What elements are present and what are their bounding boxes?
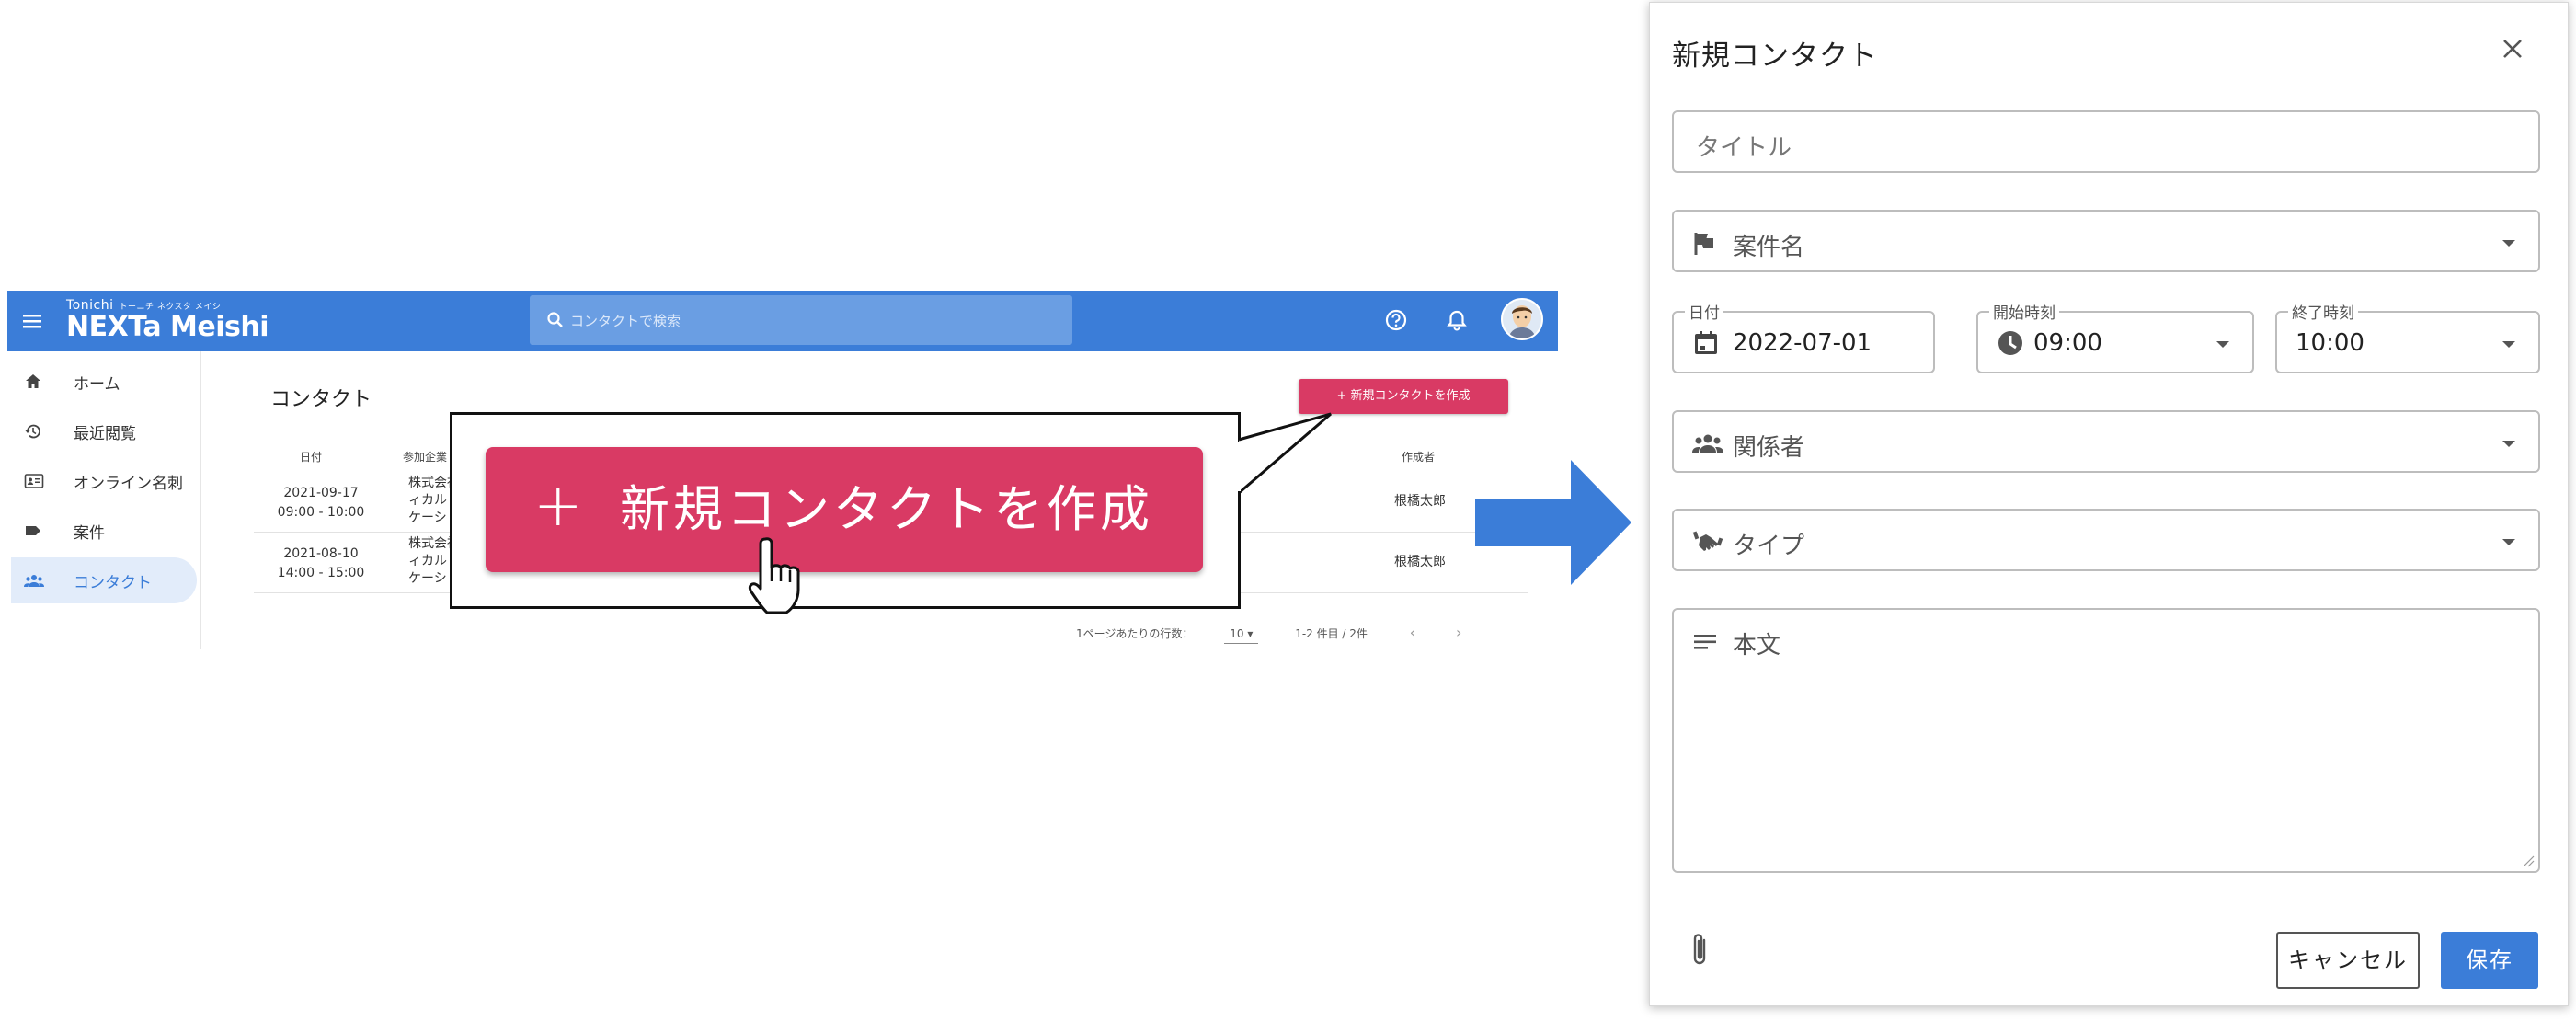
sidebar-item-label: ホーム <box>74 375 120 394</box>
next-page-icon[interactable]: › <box>1456 624 1461 641</box>
pagination: 1ページあたりの行数： 10 ▾ 1-2 件目 / 2件 ‹ › <box>1076 624 1461 644</box>
brand-logo[interactable]: Tonichi トーニチ ネクスタ メイシ NEXTa Meishi <box>66 298 269 342</box>
search-bar[interactable]: コンタクトで検索 <box>530 295 1072 345</box>
column-header-company[interactable]: 参加企業 <box>403 449 447 465</box>
start-time-value: 09:00 <box>2033 329 2102 357</box>
body-textarea[interactable]: 本文 <box>1672 608 2540 873</box>
arrow-right-icon <box>1475 460 1631 585</box>
rows-per-page-select[interactable]: 10 ▾ <box>1224 627 1259 644</box>
menu-icon[interactable] <box>20 309 44 333</box>
search-icon <box>547 312 563 327</box>
sidebar-item-home[interactable]: ホーム <box>11 359 197 405</box>
start-time-label: 開始時刻 <box>1989 300 2059 323</box>
help-icon[interactable] <box>1383 307 1409 333</box>
project-select[interactable]: 案件名 <box>1672 210 2540 272</box>
sidebar-item-contacts[interactable]: コンタクト <box>11 557 197 603</box>
cancel-button[interactable]: キャンセル <box>2276 932 2420 989</box>
chevron-down-icon <box>2502 539 2515 545</box>
rows-per-page-value: 10 <box>1230 627 1244 640</box>
sidebar-item-label: 最近閲覧 <box>74 425 136 443</box>
caret-down-icon: ▾ <box>1247 627 1254 640</box>
participants-label: 関係者 <box>1733 434 1805 462</box>
close-icon[interactable] <box>2500 36 2525 62</box>
prev-page-icon[interactable]: ‹ <box>1410 624 1415 641</box>
sidebar-item-label: オンライン名刺 <box>74 475 183 493</box>
dialog-title: 新規コンタクト <box>1672 40 1878 73</box>
attach-icon[interactable] <box>1690 932 1711 969</box>
search-placeholder: コンタクトで検索 <box>570 313 681 329</box>
sidebar-item-label: コンタクト <box>74 574 152 592</box>
column-header-date[interactable]: 日付 <box>300 449 322 465</box>
people-icon <box>1692 434 1723 453</box>
chevron-down-icon <box>2502 441 2515 447</box>
end-time-label: 終了時刻 <box>2288 300 2358 323</box>
plus-icon: + <box>533 472 583 540</box>
title-input[interactable]: タイトル <box>1672 110 2540 173</box>
chevron-down-icon <box>2502 341 2515 348</box>
end-time-value: 10:00 <box>2296 329 2364 357</box>
row-author: 根橋太郎 <box>1394 555 1446 569</box>
handshake-icon <box>1692 531 1723 551</box>
page-title: コンタクト <box>270 388 372 411</box>
new-contact-label: 新規コンタクトを作成 <box>620 480 1153 538</box>
history-icon <box>25 424 40 439</box>
people-icon <box>24 575 44 587</box>
sidebar-item-projects[interactable]: 案件 <box>11 508 197 554</box>
start-time-field[interactable]: 開始時刻 09:00 <box>1976 300 2254 373</box>
save-button[interactable]: 保存 <box>2441 932 2538 989</box>
callout-pointer <box>1237 412 1332 495</box>
rows-per-page-label: 1ページあたりの行数： <box>1076 627 1194 640</box>
pointer-hand-icon <box>748 537 800 614</box>
top-app-bar: Tonichi トーニチ ネクスタ メイシ NEXTa Meishi コンタクトで… <box>7 291 1558 351</box>
end-time-field[interactable]: 終了時刻 10:00 <box>2275 300 2540 373</box>
new-contact-button[interactable]: + 新規コンタクトを作成 <box>1299 379 1508 414</box>
participants-select[interactable]: 関係者 <box>1672 410 2540 473</box>
date-field[interactable]: 日付 2022-07-01 <box>1672 300 1935 373</box>
label-icon <box>26 526 40 535</box>
bell-icon[interactable] <box>1444 307 1470 333</box>
chevron-down-icon <box>2216 341 2229 348</box>
sidebar: ホーム 最近閲覧 オンライン名刺 案件 コンタクト <box>7 351 201 649</box>
avatar[interactable] <box>1501 298 1543 340</box>
column-header-author[interactable]: 作成者 <box>1402 449 1435 465</box>
title-placeholder: タイトル <box>1696 134 1792 162</box>
row-time: 09:00 - 10:00 <box>277 505 365 520</box>
flag-icon <box>1694 233 1713 255</box>
type-select[interactable]: タイプ <box>1672 509 2540 571</box>
project-label: 案件名 <box>1733 234 1805 261</box>
chevron-down-icon <box>2502 240 2515 247</box>
row-date: 2021-09-17 <box>283 486 359 500</box>
clock-icon <box>1998 331 2022 355</box>
sidebar-item-online-card[interactable]: オンライン名刺 <box>11 458 197 504</box>
calendar-icon <box>1695 331 1717 354</box>
new-contact-button-enlarged[interactable]: + 新規コンタクトを作成 <box>486 447 1203 572</box>
new-contact-dialog: 新規コンタクト タイトル 案件名 日付 2022-07-01 開始時刻 09:0… <box>1649 2 2569 1006</box>
date-label: 日付 <box>1685 300 1723 323</box>
type-label: タイプ <box>1733 533 1805 560</box>
date-value: 2022-07-01 <box>1733 329 1872 357</box>
row-datetime: 2021-08-10 14:00 - 15:00 <box>254 545 388 583</box>
page-range: 1-2 件目 / 2件 <box>1295 627 1368 640</box>
row-datetime: 2021-09-17 09:00 - 10:00 <box>254 484 388 522</box>
row-author: 根橋太郎 <box>1394 494 1446 509</box>
sidebar-item-label: 案件 <box>74 524 105 543</box>
home-icon <box>26 374 40 388</box>
sidebar-item-recent[interactable]: 最近閲覧 <box>11 408 197 454</box>
card-icon <box>24 474 44 488</box>
row-date: 2021-08-10 <box>283 546 359 561</box>
notes-icon <box>1694 635 1716 649</box>
row-time: 14:00 - 15:00 <box>277 566 365 580</box>
resize-handle-icon[interactable] <box>2522 855 2535 867</box>
brand-name: NEXTa Meishi <box>66 311 269 343</box>
body-label: 本文 <box>1733 632 1781 660</box>
